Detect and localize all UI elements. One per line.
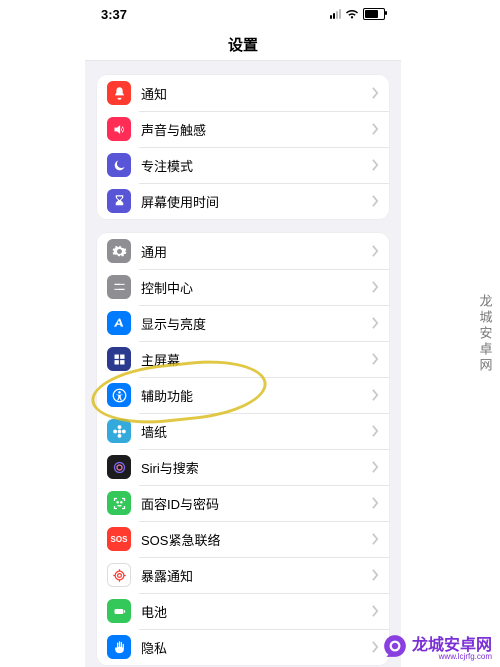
row-exposure[interactable]: 暴露通知	[97, 557, 389, 593]
row-label: 显示与亮度	[141, 314, 372, 333]
chevron-right-icon	[372, 641, 379, 653]
row-accessibility[interactable]: 辅助功能	[97, 377, 389, 413]
hourglass-icon	[107, 189, 131, 213]
cellular-icon	[330, 9, 341, 19]
row-label: 辅助功能	[141, 386, 372, 405]
chevron-right-icon	[372, 497, 379, 509]
phone-frame: 3:37 设置 通知 声音与触感 专注模式	[85, 0, 401, 667]
chevron-right-icon	[372, 533, 379, 545]
text-size-icon	[107, 311, 131, 335]
row-label: 主屏幕	[141, 350, 372, 369]
row-label: Siri与搜索	[141, 458, 372, 477]
chevron-right-icon	[372, 245, 379, 257]
side-watermark: 龙城安卓网	[476, 0, 494, 667]
hand-icon	[107, 635, 131, 659]
settings-group: 通用 控制中心 显示与亮度 主屏幕 辅助功能	[97, 233, 389, 665]
wifi-icon	[345, 9, 359, 20]
row-label: 专注模式	[141, 156, 372, 175]
grid-icon	[107, 347, 131, 371]
row-sounds[interactable]: 声音与触感	[97, 111, 389, 147]
chevron-right-icon	[372, 425, 379, 437]
battery-row-icon	[107, 599, 131, 623]
row-label: 电池	[141, 602, 372, 621]
moon-icon	[107, 153, 131, 177]
logo-subtext: www.lcjrfg.com	[439, 653, 492, 661]
chevron-right-icon	[372, 461, 379, 473]
nav-bar: 设置	[85, 28, 401, 61]
row-wallpaper[interactable]: 墙纸	[97, 413, 389, 449]
row-privacy[interactable]: 隐私	[97, 629, 389, 665]
row-label: 声音与触感	[141, 120, 372, 139]
row-controlcenter[interactable]: 控制中心	[97, 269, 389, 305]
row-label: 面容ID与密码	[141, 494, 372, 513]
siri-icon	[107, 455, 131, 479]
row-label: 屏幕使用时间	[141, 192, 372, 211]
chevron-right-icon	[372, 281, 379, 293]
row-notifications[interactable]: 通知	[97, 75, 389, 111]
watermark-text: 龙城安卓网	[476, 294, 495, 374]
chevron-right-icon	[372, 353, 379, 365]
row-screentime[interactable]: 屏幕使用时间	[97, 183, 389, 219]
page-title: 设置	[228, 34, 258, 55]
row-label: 暴露通知	[141, 566, 372, 585]
bell-icon	[107, 81, 131, 105]
chevron-right-icon	[372, 123, 379, 135]
settings-group: 通知 声音与触感 专注模式 屏幕使用时间	[97, 75, 389, 219]
chevron-right-icon	[372, 159, 379, 171]
accessibility-icon	[107, 383, 131, 407]
face-id-icon	[107, 491, 131, 515]
row-battery[interactable]: 电池	[97, 593, 389, 629]
chevron-right-icon	[372, 605, 379, 617]
logo-icon	[382, 633, 408, 659]
chevron-right-icon	[372, 195, 379, 207]
settings-scroll[interactable]: 通知 声音与触感 专注模式 屏幕使用时间 通用	[85, 61, 401, 667]
row-label: 墙纸	[141, 422, 372, 441]
status-time: 3:37	[101, 7, 127, 22]
exposure-icon	[107, 563, 131, 587]
row-focus[interactable]: 专注模式	[97, 147, 389, 183]
sos-icon: SOS	[107, 527, 131, 551]
corner-logo: 龙城安卓网 www.lcjrfg.com	[382, 633, 492, 659]
row-label: 通知	[141, 84, 372, 103]
chevron-right-icon	[372, 317, 379, 329]
row-display[interactable]: 显示与亮度	[97, 305, 389, 341]
row-label: 隐私	[141, 638, 372, 657]
row-label: 通用	[141, 242, 372, 261]
status-indicators	[330, 8, 385, 20]
row-siri[interactable]: Siri与搜索	[97, 449, 389, 485]
row-homescreen[interactable]: 主屏幕	[97, 341, 389, 377]
chevron-right-icon	[372, 389, 379, 401]
row-faceid[interactable]: 面容ID与密码	[97, 485, 389, 521]
flower-icon	[107, 419, 131, 443]
sliders-icon	[107, 275, 131, 299]
gear-icon	[107, 239, 131, 263]
status-bar: 3:37	[85, 0, 401, 28]
row-general[interactable]: 通用	[97, 233, 389, 269]
row-label: SOS紧急联络	[141, 530, 372, 549]
speaker-icon	[107, 117, 131, 141]
row-label: 控制中心	[141, 278, 372, 297]
chevron-right-icon	[372, 87, 379, 99]
row-sos[interactable]: SOS SOS紧急联络	[97, 521, 389, 557]
battery-icon	[363, 8, 385, 20]
chevron-right-icon	[372, 569, 379, 581]
